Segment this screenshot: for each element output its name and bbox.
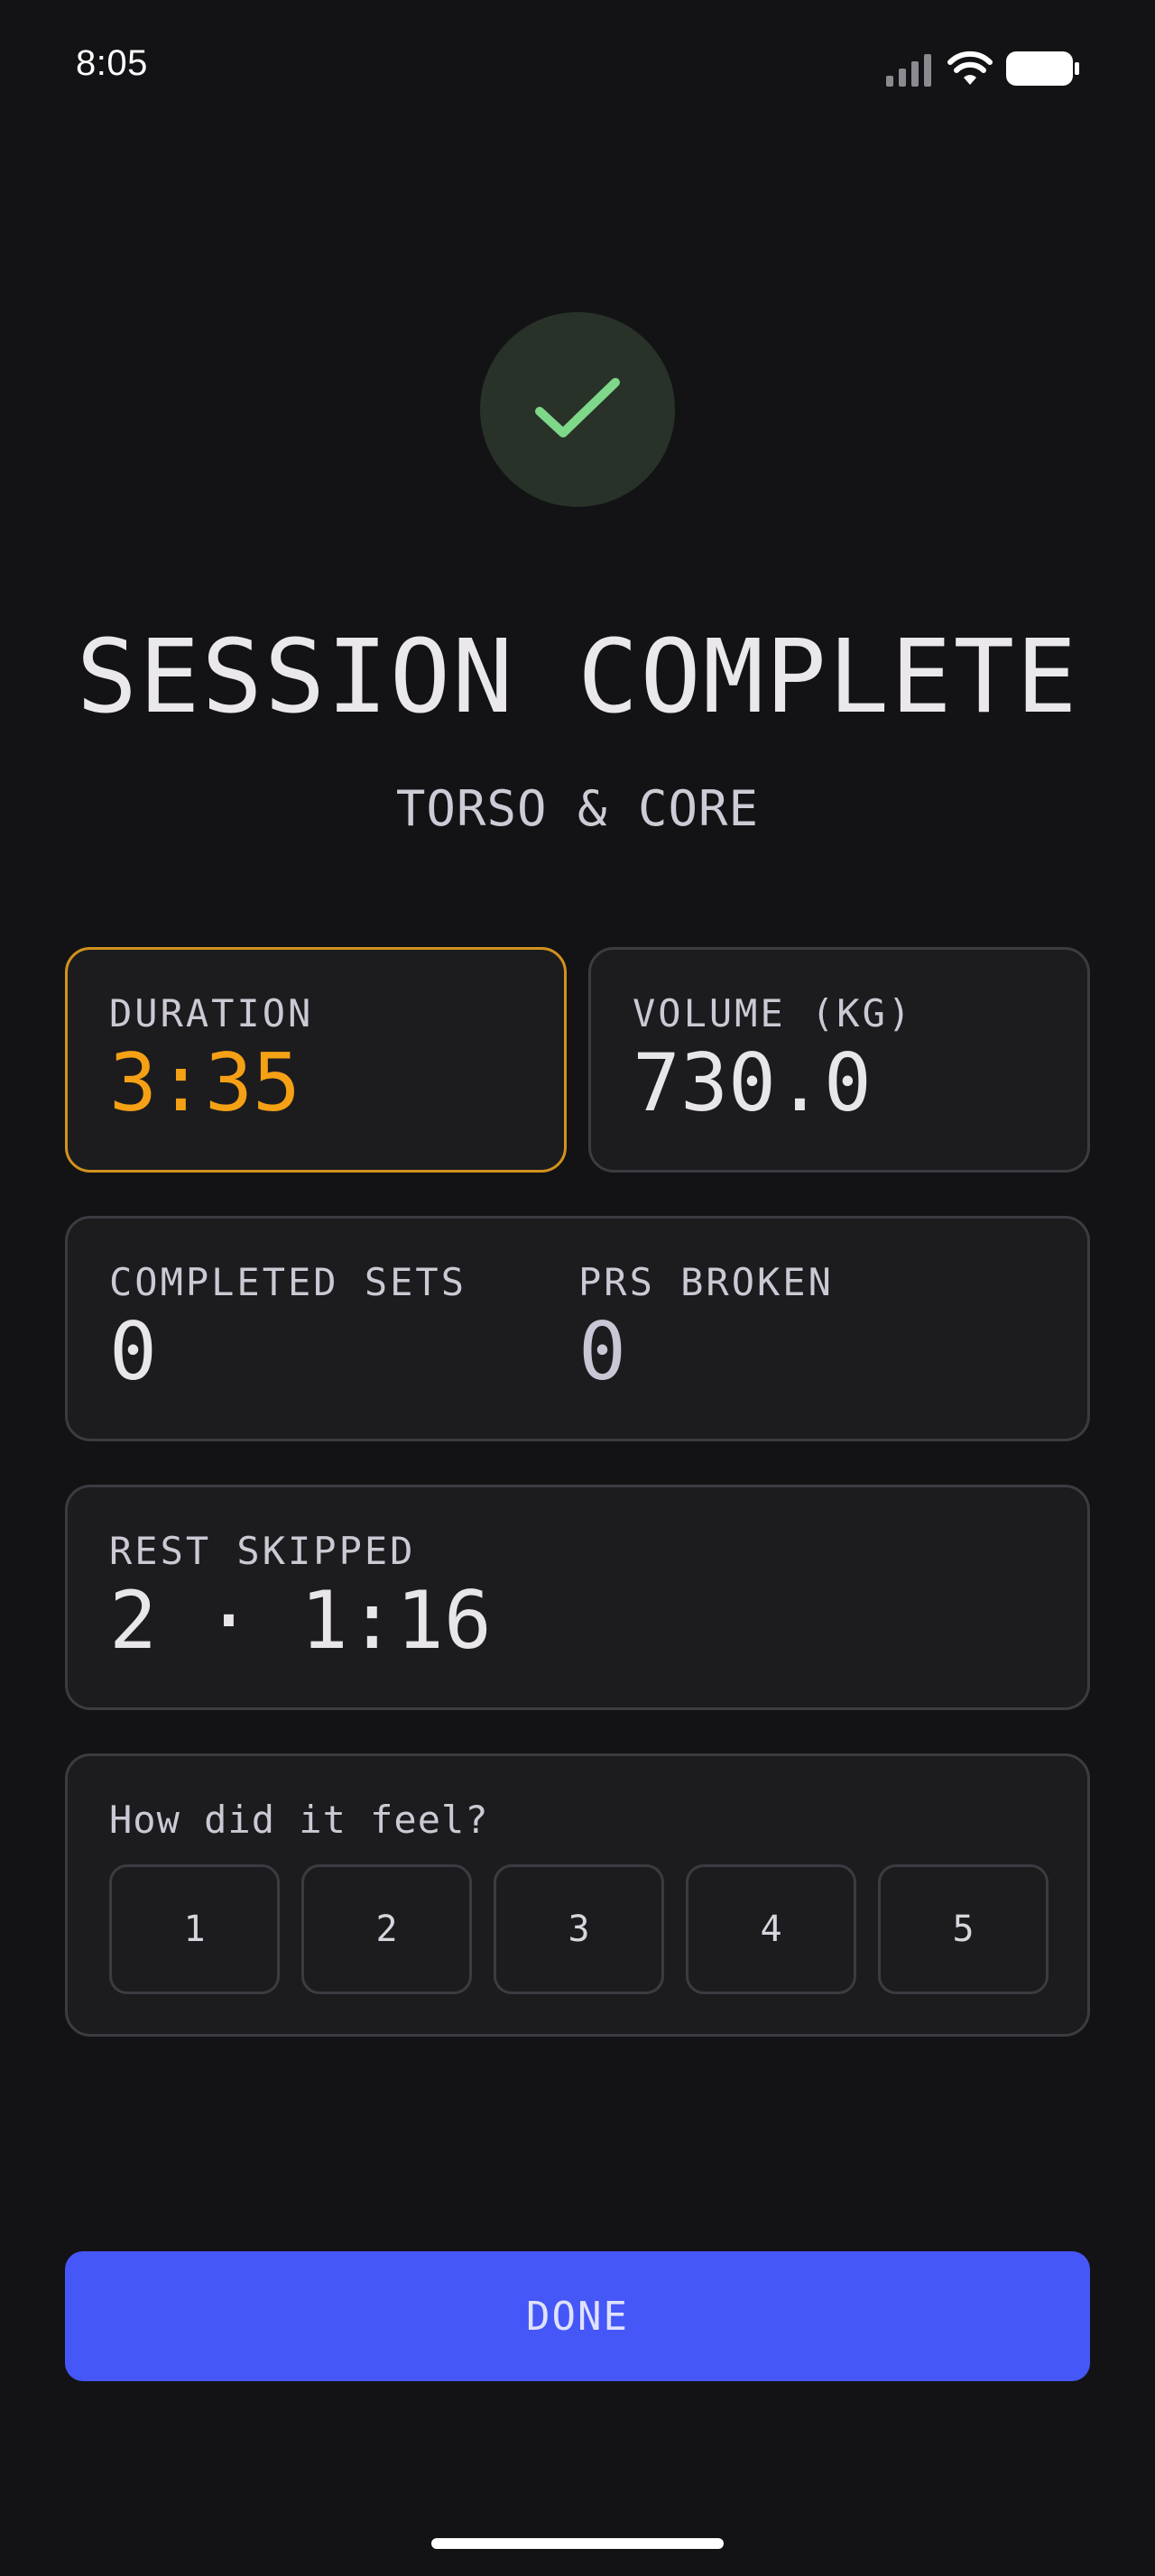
prs-broken-value: 0 [578, 1305, 626, 1398]
completed-sets-label: COMPLETED SETS [109, 1260, 467, 1304]
rating-button-3[interactable]: 3 [494, 1864, 664, 1994]
duration-value: 3:35 [109, 1036, 300, 1129]
volume-value: 730.0 [633, 1036, 872, 1129]
signal-icon [886, 54, 931, 87]
volume-card: VOLUME (KG) 730.0 [588, 947, 1090, 1173]
rest-skipped-label: REST SKIPPED [109, 1529, 416, 1573]
done-button[interactable]: DONE [65, 2251, 1090, 2381]
battery-icon [1006, 51, 1079, 86]
page-title: SESSION COMPLETE [76, 619, 1079, 736]
feel-rating-card: How did it feel? 1 2 3 4 5 [65, 1753, 1090, 2037]
success-badge [480, 312, 675, 507]
sets-prs-card: COMPLETED SETS 0 PRS BROKEN 0 [65, 1216, 1090, 1441]
checkmark-icon [535, 378, 620, 437]
rest-skipped-card: REST SKIPPED 2 · 1:16 [65, 1485, 1090, 1710]
duration-label: DURATION [109, 991, 314, 1035]
rest-skipped-value: 2 · 1:16 [109, 1574, 492, 1667]
status-time: 8:05 [76, 43, 148, 83]
feel-question: How did it feel? [109, 1798, 489, 1842]
duration-card: DURATION 3:35 [65, 947, 567, 1173]
rating-button-4[interactable]: 4 [686, 1864, 856, 1994]
wifi-icon [947, 51, 993, 85]
rating-button-2[interactable]: 2 [301, 1864, 472, 1994]
rating-button-5[interactable]: 5 [878, 1864, 1049, 1994]
home-indicator[interactable] [431, 2538, 724, 2549]
rating-options: 1 2 3 4 5 [109, 1864, 1049, 1994]
volume-label: VOLUME (KG) [633, 991, 914, 1035]
rating-button-1[interactable]: 1 [109, 1864, 280, 1994]
prs-broken-label: PRS BROKEN [578, 1260, 834, 1304]
status-bar: 8:05 [0, 0, 1155, 135]
completed-sets-value: 0 [109, 1305, 157, 1398]
workout-name: TORSO & CORE [395, 780, 760, 837]
